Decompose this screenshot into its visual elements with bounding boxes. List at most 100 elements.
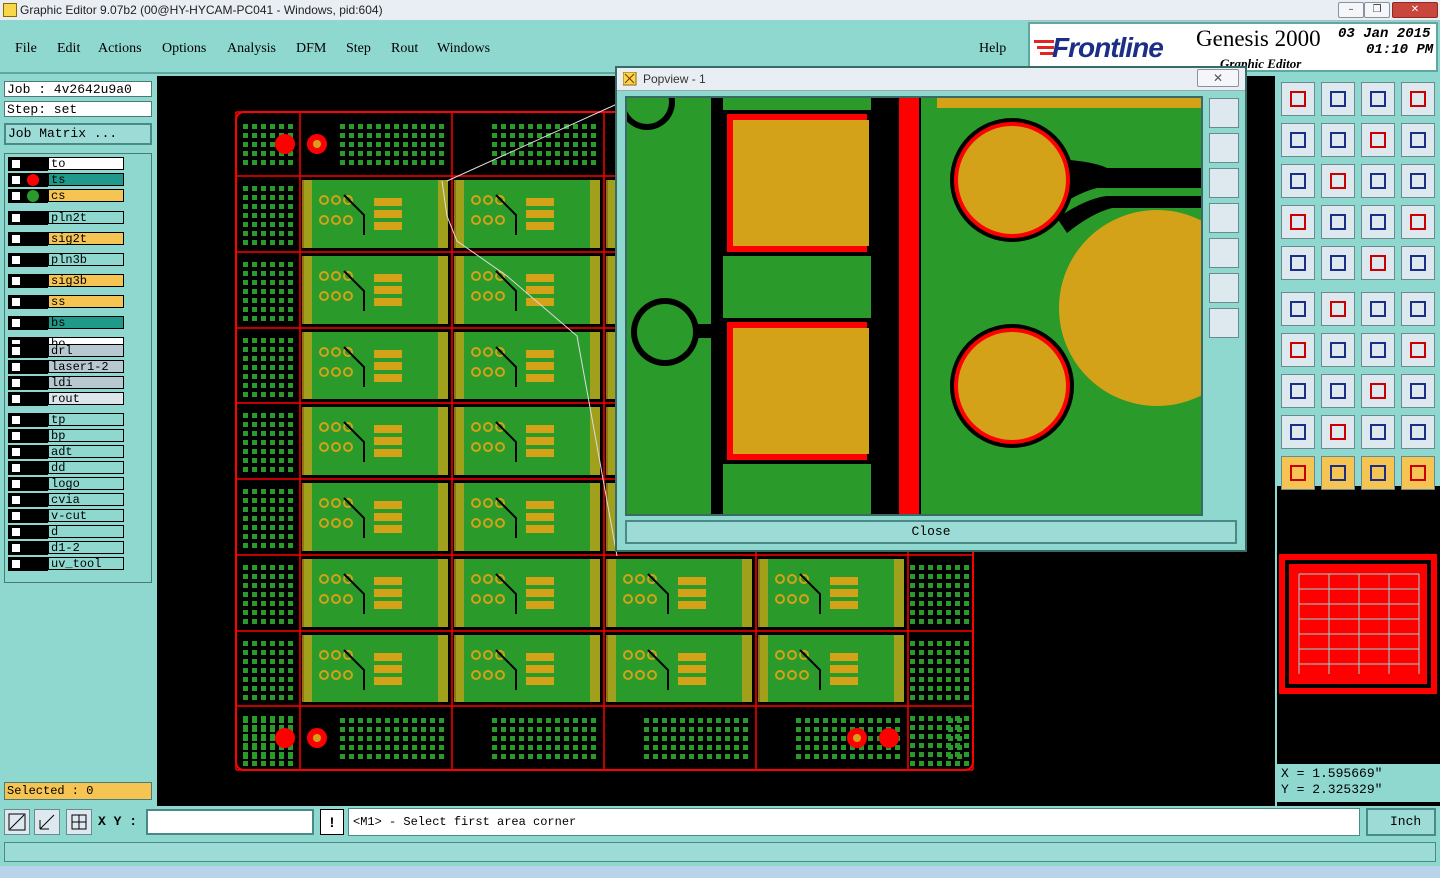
layer-checkbox[interactable] [11,191,21,201]
layer-row-tp[interactable]: tp [8,413,124,427]
ruler-icon[interactable] [1361,246,1395,280]
layer-row-ts[interactable]: ts [8,173,124,187]
triangle-icon[interactable] [1281,415,1315,449]
zoom-center-icon[interactable] [1321,164,1355,198]
layer-name[interactable]: pln2t [48,211,124,225]
menu-options[interactable]: Options [162,41,206,57]
layer-name[interactable]: to [48,157,124,171]
move-to-front-icon[interactable] [1281,82,1315,116]
layer-name[interactable]: d [48,525,124,539]
arrow-node-icon[interactable] [1401,292,1435,326]
layer-name[interactable]: uv_tool [48,557,124,571]
color-icon[interactable] [1321,246,1355,280]
home-icon[interactable] [1361,82,1395,116]
help-icon[interactable] [1401,164,1435,198]
layer-name[interactable]: sig3b [48,274,124,288]
layer-name[interactable]: logo [48,477,124,491]
dot-icon[interactable] [1401,246,1435,280]
units-dropdown[interactable]: Inch [1366,808,1436,836]
layer-row-d1-2[interactable]: d1-2 [8,541,124,555]
measure-icon[interactable] [34,809,60,835]
layer-row-bp[interactable]: bp [8,429,124,443]
layer-checkbox[interactable] [11,318,21,328]
layer-checkbox[interactable] [11,276,21,286]
dimension-icon[interactable] [1361,374,1395,408]
layer-name[interactable]: adt [48,445,124,459]
layer-checkbox[interactable] [11,255,21,265]
popview-zoom-canvas[interactable] [625,96,1203,516]
ratio-icon[interactable] [1361,164,1395,198]
layer-row-cs[interactable]: cs [8,189,124,203]
layer-row-v-cut[interactable]: v-cut [8,509,124,523]
layer-checkbox[interactable] [11,297,21,307]
triangle-line-icon[interactable] [1401,415,1435,449]
minimize-button[interactable]: – [1338,2,1364,18]
layer-checkbox[interactable] [11,234,21,244]
layer-row-rout[interactable]: rout [8,392,124,406]
menu-help[interactable]: Help [979,41,1006,57]
cross-icon[interactable] [1321,292,1355,326]
s-curve-icon[interactable] [1401,123,1435,157]
layer-checkbox[interactable] [11,213,21,223]
popview-zoom-in-icon[interactable] [1209,273,1239,303]
popview-close-x-button[interactable]: ✕ [1197,69,1239,87]
menu-rout[interactable]: Rout [391,41,418,57]
line-node-icon[interactable] [1361,292,1395,326]
layer-name[interactable]: sig2t [48,232,124,246]
layer-name[interactable]: rout [48,392,124,406]
layer-name[interactable]: cvia [48,493,124,507]
layer-checkbox[interactable] [11,559,21,569]
layer-name[interactable]: ts [48,173,124,187]
menu-analysis[interactable]: Analysis [227,41,276,57]
layer-row-sig2t[interactable]: sig2t [8,232,124,246]
close-window-button[interactable]: ✕ [1392,2,1438,18]
layer-row-adt[interactable]: adt [8,445,124,459]
layer-checkbox[interactable] [11,431,21,441]
snap-grid-icon[interactable] [66,809,92,835]
layer-row-dd[interactable]: dd [8,461,124,475]
layer-checkbox[interactable] [11,543,21,553]
layer-checkbox[interactable] [11,394,21,404]
flip-icon[interactable] [1401,333,1435,367]
layer-row-logo[interactable]: logo [8,477,124,491]
layer-row-pln3b[interactable]: pln3b [8,253,124,267]
layer-row-ss[interactable]: ss [8,295,124,309]
layer-row-cvia[interactable]: cvia [8,493,124,507]
zoom-fit-icon[interactable] [1281,164,1315,198]
swap-icon[interactable] [1361,123,1395,157]
move-left-icon[interactable] [1281,123,1315,157]
pointer-circle-icon[interactable] [1361,456,1395,490]
rotate-icon[interactable] [1361,333,1395,367]
layer-checkbox[interactable] [11,159,21,169]
menu-edit[interactable]: Edit [57,41,80,57]
matrix-red2-icon[interactable] [1401,205,1435,239]
layer-name[interactable]: tp [48,413,124,427]
layer-name[interactable]: ldi [48,376,124,390]
tool-settings-icon[interactable] [1281,205,1315,239]
move-right-icon[interactable] [1321,123,1355,157]
rect-node-icon[interactable] [1281,374,1315,408]
menu-dfm[interactable]: DFM [296,41,326,57]
layer-row-uv_tool[interactable]: uv_tool [8,557,124,571]
layer-checkbox[interactable] [11,415,21,425]
layer-row-drl[interactable]: drl [8,344,124,358]
layer-name[interactable]: d1-2 [48,541,124,555]
maximize-button[interactable]: ❐ [1364,2,1390,18]
layer-checkbox[interactable] [11,527,21,537]
layer-row-bs[interactable]: bs [8,316,124,330]
matrix-red-icon[interactable] [1361,205,1395,239]
layer-checkbox[interactable] [11,362,21,372]
angle-icon[interactable] [1281,333,1315,367]
layer-checkbox[interactable] [11,479,21,489]
split-view-icon[interactable] [1401,82,1435,116]
layer-checkbox[interactable] [11,346,21,356]
node-icon[interactable] [1281,292,1315,326]
dash-icon[interactable] [1321,374,1355,408]
cluster-icon[interactable] [1401,374,1435,408]
layer-name[interactable]: dd [48,461,124,475]
grid-icon[interactable] [1321,205,1355,239]
pad-icon[interactable] [1281,246,1315,280]
triangle-up-icon[interactable] [1321,415,1355,449]
layer-row-d[interactable]: d [8,525,124,539]
menu-windows[interactable]: Windows [437,41,490,57]
